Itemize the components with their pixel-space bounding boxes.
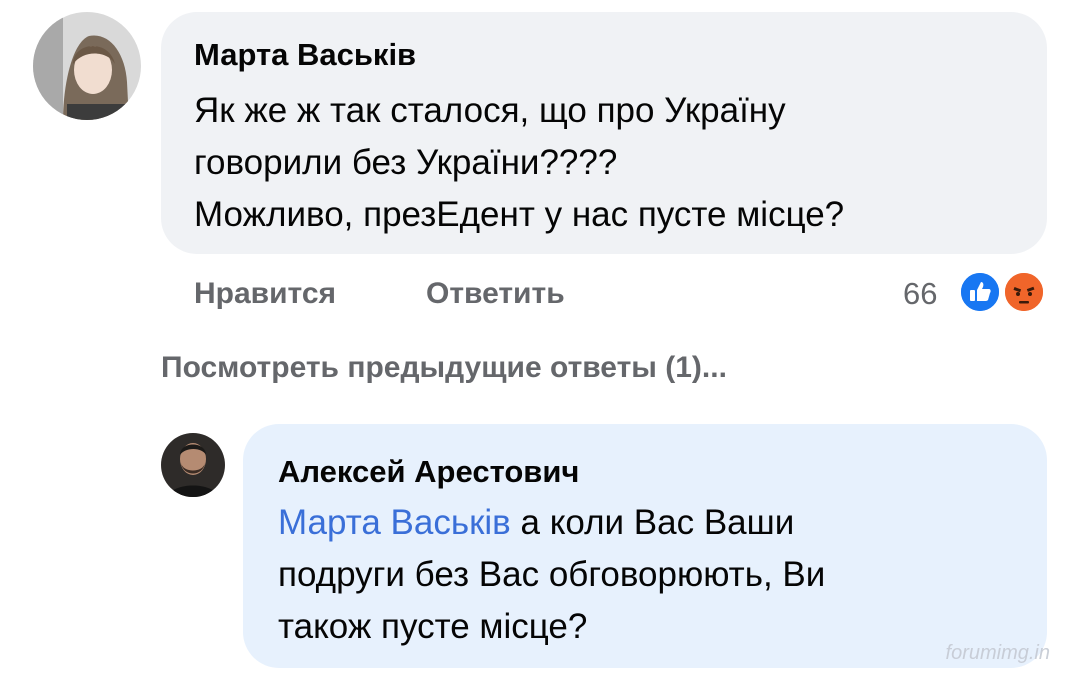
reply-text-line: Марта Васьків а коли Вас Ваши bbox=[278, 497, 825, 549]
like-button[interactable]: Нравится bbox=[194, 277, 336, 311]
like-reaction-icon bbox=[958, 270, 1002, 314]
reply-text-line: подруги без Вас обговорюють, Ви bbox=[278, 555, 826, 594]
reply-text-first: а коли Вас Ваши bbox=[520, 503, 795, 542]
reply-author-name[interactable]: Алексей Арестович bbox=[278, 454, 579, 490]
reply-text-line: також пусте місце? bbox=[278, 607, 588, 646]
watermark: forumimg.in bbox=[945, 642, 1050, 664]
reply-button[interactable]: Ответить bbox=[426, 277, 565, 311]
reply-text: Марта Васьків а коли Вас Ваши подруги бе… bbox=[278, 497, 825, 653]
comment-text: Як же ж так сталося, що про Україну гово… bbox=[194, 85, 844, 241]
comment-text-line: Як же ж так сталося, що про Україну bbox=[194, 91, 786, 130]
avatar-aleksei[interactable] bbox=[161, 433, 225, 497]
angry-reaction-icon bbox=[1002, 270, 1046, 314]
comment-bubble: Марта Васьків Як же ж так сталося, що пр… bbox=[161, 12, 1047, 254]
comment-author-name[interactable]: Марта Васьків bbox=[194, 37, 416, 73]
comment-text-line: Можливо, презЕдент у нас пусте місце? bbox=[194, 195, 845, 234]
avatar-marta[interactable] bbox=[33, 12, 141, 120]
reaction-count[interactable]: 66 bbox=[903, 276, 937, 312]
view-previous-replies-link[interactable]: Посмотреть предыдущие ответы (1)... bbox=[161, 351, 727, 385]
mention-link[interactable]: Марта Васьків bbox=[278, 503, 511, 542]
comment-text-line: говорили без України???? bbox=[194, 143, 618, 182]
reply-bubble: Алексей Арестович Марта Васьків а коли В… bbox=[243, 424, 1047, 668]
